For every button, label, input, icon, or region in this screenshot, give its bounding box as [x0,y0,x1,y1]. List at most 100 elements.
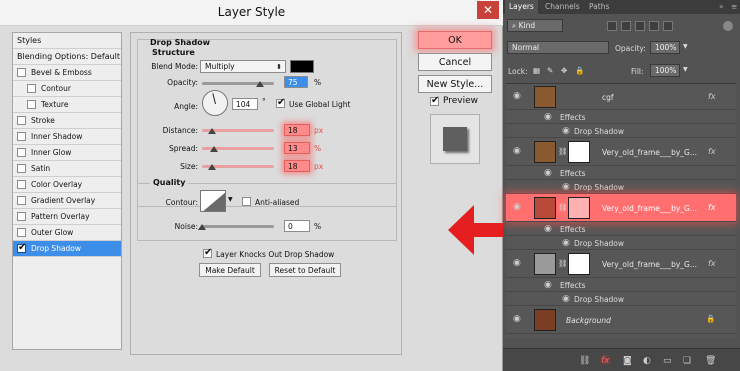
lock-image-icon[interactable]: ✎ [547,66,553,75]
panel-collapse-icon[interactable]: » [715,0,728,14]
effects-eye-icon[interactable]: ◉ [544,224,552,234]
new-style-button[interactable]: New Style... [418,75,492,93]
size-input[interactable]: 18 [284,160,310,172]
blending-options[interactable]: Blending Options: Default [13,49,121,65]
visibility-eye-icon[interactable]: ◉ [513,146,521,156]
filter-shape-icon[interactable] [649,21,659,31]
layer-fx-icon[interactable]: fx [708,92,716,101]
noise-slider-thumb[interactable] [198,224,206,230]
layer-fx-icon[interactable]: fx [708,259,716,268]
distance-input[interactable]: 18 [284,124,310,136]
layer-fx-icon[interactable]: fx [708,203,716,212]
style-item-inner-glow[interactable]: Inner Glow [13,145,121,161]
filter-toggle-icon[interactable] [723,21,733,31]
reset-to-default-button[interactable]: Reset to Default [269,263,341,277]
preview-checkbox[interactable]: ✔ [430,95,439,106]
effects-row[interactable]: ◉ Effects [506,110,736,124]
lock-all-icon[interactable]: 🔒 [575,66,584,75]
contour-dropdown-arrow-icon[interactable]: ▼ [228,196,233,203]
add-mask-icon[interactable]: ◙ [623,356,632,366]
add-layer-style-icon[interactable]: fx [601,356,610,366]
spread-input[interactable]: 13 [284,142,310,154]
style-item-drop-shadow[interactable]: ✔ Drop Shadow [13,241,121,257]
blend-mode-select[interactable]: Multiply ⬍ [200,60,286,73]
visibility-eye-icon[interactable]: ◉ [513,314,521,324]
visibility-eye-icon[interactable]: ◉ [513,202,521,212]
noise-input[interactable]: 0 [284,220,310,232]
effects-eye-icon[interactable]: ◉ [544,112,552,122]
inner-shadow-checkbox[interactable] [17,132,26,141]
contour-picker[interactable] [200,190,226,212]
effects-row[interactable]: ◉ Effects [506,278,736,292]
layer-mask-thumbnail[interactable] [568,197,590,219]
lock-transparent-icon[interactable]: ▦ [533,66,540,75]
drop-shadow-effect-row[interactable]: ◉ Drop Shadow [506,124,736,138]
stroke-checkbox[interactable] [17,116,26,125]
angle-input[interactable]: 104 [232,98,258,110]
drop-shadow-effect-row[interactable]: ◉ Drop Shadow [506,236,736,250]
layer-row-frame-1[interactable]: ◉ ⛓ Very_old_frame___by_G... fx [506,138,736,166]
new-adjustment-layer-icon[interactable]: ◐ [643,356,651,366]
style-item-stroke[interactable]: Stroke [13,113,121,129]
style-item-contour[interactable]: Contour [13,81,121,97]
layer-opacity-input[interactable]: 100% [650,41,680,54]
noise-slider[interactable] [202,225,274,228]
style-item-color-overlay[interactable]: Color Overlay [13,177,121,193]
distance-slider-thumb[interactable] [208,128,216,134]
satin-checkbox[interactable] [17,164,26,173]
drop-shadow-checkbox[interactable]: ✔ [17,242,26,253]
style-item-pattern-overlay[interactable]: Pattern Overlay [13,209,121,225]
style-item-texture[interactable]: Texture [13,97,121,113]
styles-header[interactable]: Styles [13,33,121,49]
style-item-bevel-emboss[interactable]: Bevel & Emboss [13,65,121,81]
opacity-dropdown-icon[interactable]: ▼ [683,43,688,50]
bevel-emboss-checkbox[interactable] [17,68,26,77]
link-layers-icon[interactable]: ⛓ [579,356,590,366]
effect-eye-icon[interactable]: ◉ [562,182,570,192]
effects-eye-icon[interactable]: ◉ [544,168,552,178]
effect-eye-icon[interactable]: ◉ [562,294,570,304]
drop-shadow-effect-row[interactable]: ◉ Drop Shadow [506,180,736,194]
opacity-slider-thumb[interactable] [256,81,264,87]
new-layer-icon[interactable]: ❏ [683,356,691,366]
new-group-icon[interactable]: ▭ [663,356,672,366]
use-global-light-checkbox[interactable]: ✔ [276,97,285,108]
close-button[interactable]: ✕ [477,1,499,19]
filter-adjustment-icon[interactable] [621,21,631,31]
blend-mode-select[interactable]: Normal [507,41,609,54]
layer-fx-icon[interactable]: fx [708,147,716,156]
gradient-overlay-checkbox[interactable] [17,196,26,205]
filter-smart-object-icon[interactable] [663,21,673,31]
fill-dropdown-icon[interactable]: ▼ [683,66,688,73]
filter-type-icon[interactable] [635,21,645,31]
ok-button[interactable]: OK [418,31,492,49]
cancel-button[interactable]: Cancel [418,53,492,71]
spread-slider-thumb[interactable] [210,146,218,152]
effects-row[interactable]: ◉ Effects [506,166,736,180]
make-default-button[interactable]: Make Default [199,263,261,277]
effects-eye-icon[interactable]: ◉ [544,280,552,290]
texture-checkbox[interactable] [27,100,36,109]
filter-kind-select[interactable]: ⌕ Kind [507,19,563,32]
color-overlay-checkbox[interactable] [17,180,26,189]
outer-glow-checkbox[interactable] [17,228,26,237]
layer-mask-thumbnail[interactable] [568,253,590,275]
delete-layer-icon[interactable]: 🗑 [705,356,716,366]
layer-mask-thumbnail[interactable] [568,141,590,163]
tab-layers[interactable]: Layers [505,0,538,14]
panel-menu-icon[interactable]: ≡ [727,0,740,14]
style-item-gradient-overlay[interactable]: Gradient Overlay [13,193,121,209]
layer-row-frame-2-selected[interactable]: ◉ ⛓ Very_old_frame___by_G... fx [506,194,736,222]
contour-checkbox[interactable] [27,84,36,93]
effect-eye-icon[interactable]: ◉ [562,238,570,248]
shadow-color-swatch[interactable] [290,60,314,73]
opacity-input[interactable]: 75 [284,76,308,88]
lock-position-icon[interactable]: ✥ [561,66,567,75]
layer-fill-input[interactable]: 100% [650,64,680,77]
tab-paths[interactable]: Paths [585,0,613,14]
inner-glow-checkbox[interactable] [17,148,26,157]
style-item-inner-shadow[interactable]: Inner Shadow [13,129,121,145]
layer-row-background[interactable]: ◉ Background 🔒 [506,306,736,334]
drop-shadow-effect-row[interactable]: ◉ Drop Shadow [506,292,736,306]
effect-eye-icon[interactable]: ◉ [562,126,570,136]
